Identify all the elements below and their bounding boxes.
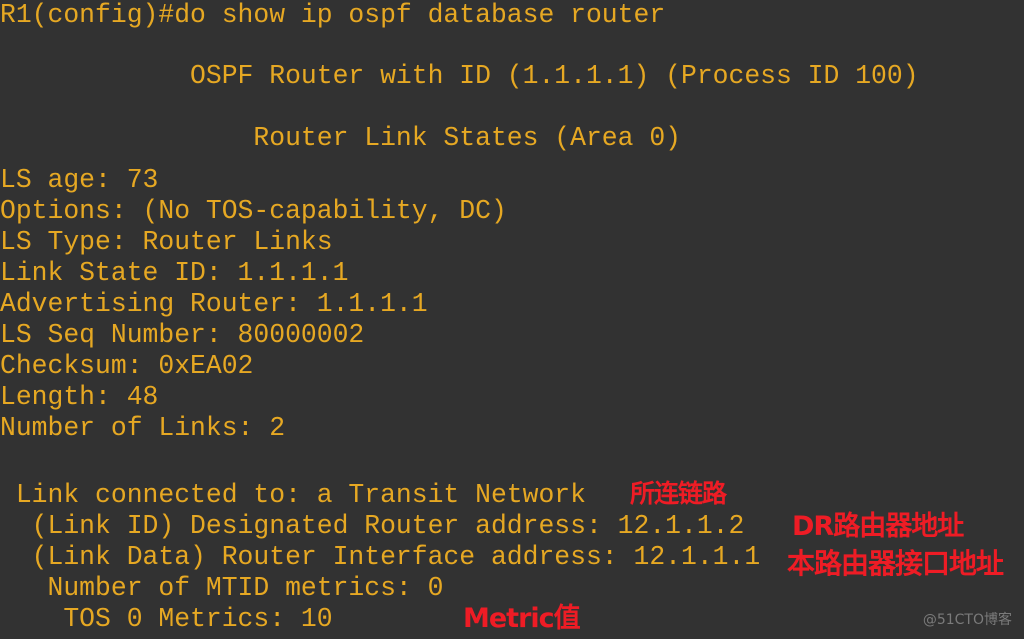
annotation-connected-link: 所连链路 bbox=[630, 479, 727, 508]
annotation-dr-address: DR路由器地址 bbox=[792, 511, 964, 542]
watermark: @51CTO博客 bbox=[922, 612, 1012, 628]
ospf-router-id-header: OSPF Router with ID (1.1.1.1) (Process I… bbox=[0, 61, 919, 91]
link-state-id: Link State ID: 1.1.1.1 bbox=[0, 258, 349, 288]
terminal-window: R1(config)#do show ip ospf database rout… bbox=[0, 0, 1024, 639]
annotation-metric-value: Metric值 bbox=[463, 603, 581, 634]
link-connected-to: Link connected to: a Transit Network bbox=[0, 480, 586, 510]
ls-seq-number: LS Seq Number: 80000002 bbox=[0, 320, 365, 350]
ls-age: LS age: 73 bbox=[0, 165, 159, 195]
number-of-links: Number of Links: 2 bbox=[0, 413, 286, 443]
command-line: R1(config)#do show ip ospf database rout… bbox=[0, 0, 666, 30]
tos-metrics: TOS 0 Metrics: 10 bbox=[0, 604, 333, 634]
ls-type: LS Type: Router Links bbox=[0, 227, 333, 257]
link-id: (Link ID) Designated Router address: 12.… bbox=[0, 511, 745, 541]
annotation-interface-address: 本路由器接口地址 bbox=[787, 547, 1004, 580]
link-data: (Link Data) Router Interface address: 12… bbox=[0, 542, 761, 572]
mtid-metrics: Number of MTID metrics: 0 bbox=[0, 573, 444, 603]
options: Options: (No TOS-capability, DC) bbox=[0, 196, 507, 226]
length: Length: 48 bbox=[0, 382, 159, 412]
router-link-states-header: Router Link States (Area 0) bbox=[0, 123, 681, 153]
advertising-router: Advertising Router: 1.1.1.1 bbox=[0, 289, 428, 319]
checksum: Checksum: 0xEA02 bbox=[0, 351, 254, 381]
